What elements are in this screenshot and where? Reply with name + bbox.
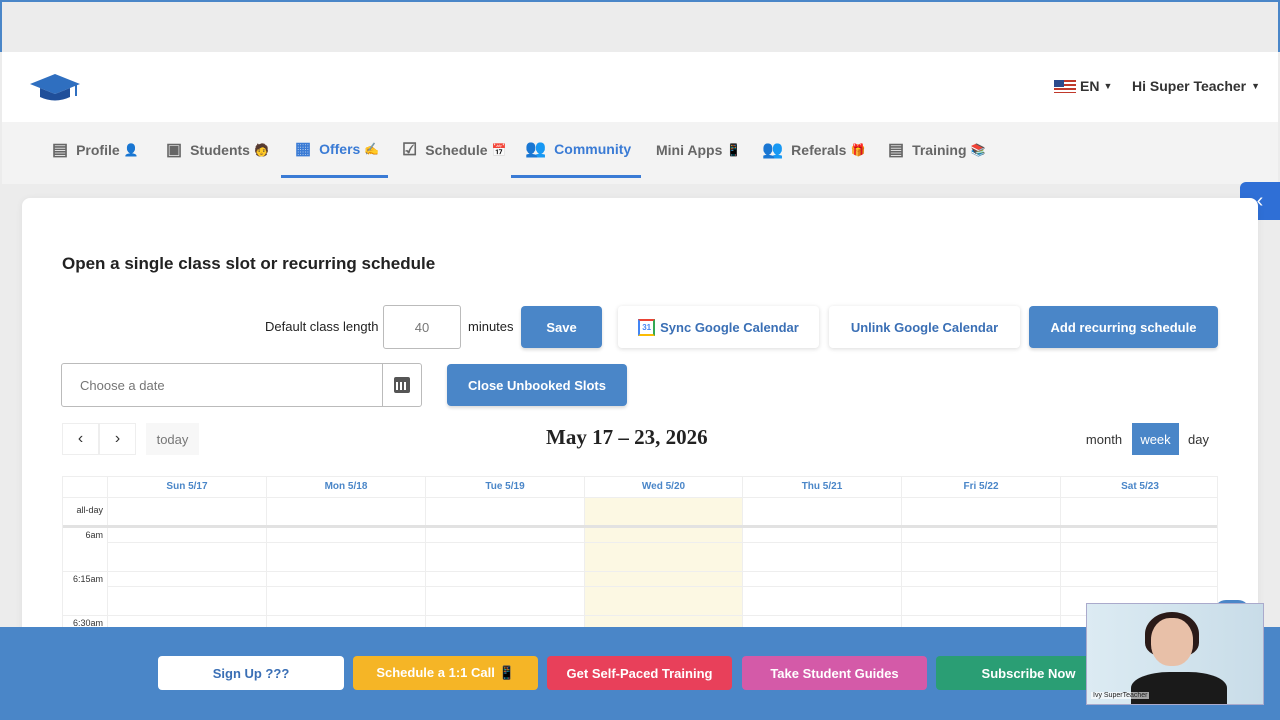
calendar-check-icon: ☑ xyxy=(402,140,418,159)
nav-item-community[interactable]: 👥 Community xyxy=(511,122,641,178)
next-week-button[interactable]: › xyxy=(99,423,136,455)
class-length-input[interactable] xyxy=(383,305,461,349)
calendar-icon: ▦ xyxy=(295,138,312,158)
books-emoji-icon: 📚 xyxy=(970,143,986,157)
grid-line xyxy=(63,571,1217,572)
nav-item-training[interactable]: ▤ Training 📚 xyxy=(874,122,999,178)
day-header: Sun 5/17 xyxy=(107,477,266,497)
nav-label: Training xyxy=(912,142,967,158)
prev-week-button[interactable]: ‹ xyxy=(62,423,99,455)
nav-item-mini-apps[interactable]: Mini Apps 📱 xyxy=(642,122,755,178)
calendar-title: May 17 – 23, 2026 xyxy=(546,425,708,449)
nav-item-referals[interactable]: 👥 Referals 🎁 xyxy=(748,122,879,178)
graduation-cap-icon[interactable] xyxy=(28,70,82,104)
us-flag-icon xyxy=(1054,79,1076,93)
presenter-caption: Ivy SuperTeacher xyxy=(1091,692,1150,699)
self-paced-training-button[interactable]: Get Self-Paced Training xyxy=(547,656,732,690)
day-header: Tue 5/19 xyxy=(425,477,584,497)
presenter-video: Ivy SuperTeacher xyxy=(1086,603,1264,705)
save-button[interactable]: Save xyxy=(521,306,602,348)
chevron-down-icon: ▼ xyxy=(1251,81,1261,91)
sync-google-calendar-button[interactable]: 31 Sync Google Calendar xyxy=(618,306,819,348)
time-label: 6:15am xyxy=(72,574,103,584)
nav-item-students[interactable]: ▣ Students 🧑 xyxy=(152,122,283,178)
box-open-icon: ▣ xyxy=(166,140,183,159)
nav-label: Community xyxy=(554,140,632,157)
grid-line xyxy=(107,542,1217,543)
calendar-icon xyxy=(394,377,410,393)
grid-line xyxy=(63,497,1217,498)
day-header: Mon 5/18 xyxy=(266,477,425,497)
nav-item-offers[interactable]: ▦ Offers ✍ xyxy=(281,122,388,178)
sign-up-button[interactable]: Sign Up ??? xyxy=(158,656,344,690)
day-header: Fri 5/22 xyxy=(901,477,1060,497)
today-button[interactable]: today xyxy=(146,423,199,455)
unlink-google-calendar-button[interactable]: Unlink Google Calendar xyxy=(829,306,1020,348)
main-nav: ▤ Profile 👤 ▣ Students 🧑 ▦ Offers ✍ ☑ Sc… xyxy=(2,122,1278,184)
language-selector[interactable]: EN ▼ xyxy=(1054,78,1112,94)
nav-label: Schedule xyxy=(425,142,488,158)
presenter-body xyxy=(1131,672,1227,704)
presenter-face xyxy=(1151,618,1193,666)
view-week-button[interactable]: week xyxy=(1132,423,1179,455)
chalkboard-teacher-icon: ▤ xyxy=(888,140,905,159)
calendar-emoji-icon: 📅 xyxy=(491,143,507,157)
minutes-label: minutes xyxy=(468,319,514,334)
users-icon: 👥 xyxy=(762,140,784,159)
nav-label: Referals xyxy=(791,142,847,158)
calendar-grid: Sun 5/17 Mon 5/18 Tue 5/19 Wed 5/20 Thu … xyxy=(62,476,1218,636)
phone-emoji-icon: 📱 xyxy=(726,143,742,157)
schedule-call-button[interactable]: Schedule a 1:1 Call 📱 xyxy=(353,656,538,690)
grid-line xyxy=(63,615,1217,616)
chevron-left-icon: ‹ xyxy=(77,430,84,447)
calendar-nav: ‹ › xyxy=(62,423,136,455)
users-icon: 👥 xyxy=(525,138,547,158)
google-calendar-icon: 31 xyxy=(638,318,656,336)
day-header: Thu 5/21 xyxy=(742,477,901,497)
writing-emoji-icon: ✍ xyxy=(364,141,380,156)
chevron-right-icon: › xyxy=(114,430,121,447)
date-picker-button[interactable] xyxy=(382,363,422,407)
language-label: EN xyxy=(1080,78,1100,94)
user-greeting: Hi Super Teacher xyxy=(1132,78,1247,94)
close-unbooked-slots-button[interactable]: Close Unbooked Slots xyxy=(447,364,627,406)
nav-label: Offers xyxy=(319,140,361,157)
nav-label: Students xyxy=(190,142,250,158)
day-header: Sat 5/23 xyxy=(1060,477,1217,497)
sync-google-label: Sync Google Calendar xyxy=(660,319,799,335)
student-guides-button[interactable]: Take Student Guides xyxy=(742,656,927,690)
user-menu[interactable]: Hi Super Teacher ▼ xyxy=(1132,78,1260,94)
browser-top-strip xyxy=(0,0,1280,52)
view-month-button[interactable]: month xyxy=(1076,423,1132,455)
view-day-button[interactable]: day xyxy=(1179,423,1218,455)
grid-line xyxy=(107,586,1217,587)
time-label: 6am xyxy=(85,530,103,540)
view-switcher: month week day xyxy=(1076,423,1218,455)
page-title: Open a single class slot or recurring sc… xyxy=(62,254,436,273)
nav-label: Profile xyxy=(76,142,120,158)
add-recurring-schedule-button[interactable]: Add recurring schedule xyxy=(1029,306,1218,348)
nav-item-schedule[interactable]: ☑ Schedule 📅 xyxy=(388,122,520,178)
class-length-label: Default class length xyxy=(265,319,379,334)
gift-emoji-icon: 🎁 xyxy=(850,143,866,157)
date-input[interactable] xyxy=(61,363,383,407)
day-header: Wed 5/20 xyxy=(584,477,742,497)
id-card-icon: ▤ xyxy=(52,140,69,159)
app-header: EN ▼ Hi Super Teacher ▼ xyxy=(2,52,1278,122)
chevron-down-icon: ▼ xyxy=(1103,81,1113,91)
allday-label: all-day xyxy=(76,505,103,515)
nav-label: Mini Apps xyxy=(656,142,723,158)
student-emoji-icon: 🧑 xyxy=(253,143,269,157)
person-emoji-icon: 👤 xyxy=(123,143,139,157)
nav-item-profile[interactable]: ▤ Profile 👤 xyxy=(38,122,153,178)
allday-divider xyxy=(63,525,1217,528)
